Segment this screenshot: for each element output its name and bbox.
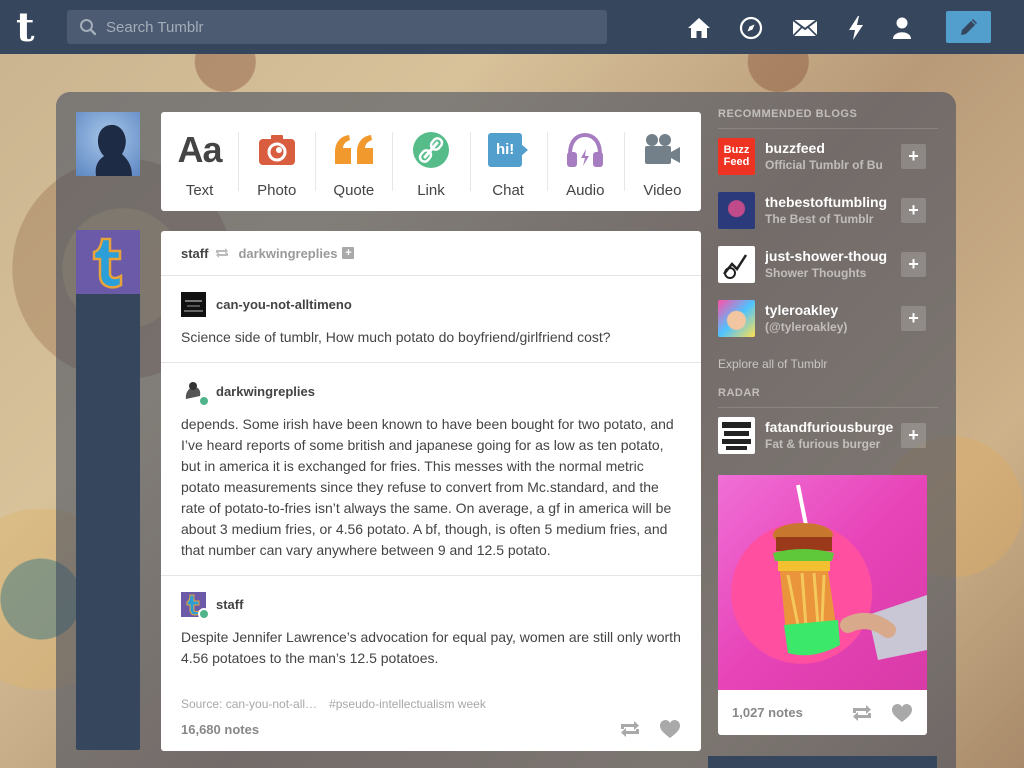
reblog-trail-item: can-you-not-alltimeno Science side of tu… (161, 291, 701, 363)
follow-button[interactable]: + (901, 252, 926, 277)
trail-text: depends. Some irish have been known to h… (181, 416, 674, 558)
tumblr-logo[interactable]: t (16, 8, 50, 48)
explore-all-link[interactable]: Explore all of Tumblr (718, 345, 938, 387)
post-type-audio[interactable]: Audio (546, 112, 624, 211)
recommended-blog-item[interactable]: tyleroakley (@tyleroakley) + (718, 291, 938, 345)
headphones-icon (565, 130, 605, 170)
top-navigation-bar: t Search Tumblr (0, 0, 1024, 54)
search-placeholder: Search Tumblr (106, 18, 204, 36)
blog-subtitle: (@tyleroakley) (765, 320, 848, 334)
trail-blog-name[interactable]: darkwingreplies (216, 384, 315, 399)
dashboard-post: staff darkwingreplies + can-you-not-allt… (161, 231, 701, 751)
trail-text: Despite Jennifer Lawrence’s advocation f… (181, 629, 681, 666)
search-icon (80, 19, 97, 36)
blog-name[interactable]: tyleroakley (765, 302, 893, 318)
next-sidebar-card-edge (708, 756, 937, 768)
post-type-text[interactable]: Aa Text (161, 112, 238, 211)
quote-icon (333, 130, 375, 170)
blog-name[interactable]: fatandfuriousburge (765, 419, 893, 435)
reblogged-from-link[interactable]: darkwingreplies (238, 246, 337, 261)
blog-avatar[interactable]: Buzz Feed (718, 137, 755, 175)
chat-icon: hi! (488, 130, 529, 170)
radar-title: RADAR (718, 387, 938, 408)
post-type-label: Text (185, 182, 214, 199)
blog-name[interactable]: buzzfeed (765, 140, 893, 156)
post-type-photo[interactable]: Photo (238, 112, 315, 211)
post-type-quote[interactable]: Quote (315, 112, 392, 211)
reblog-badge-icon (198, 394, 210, 407)
blog-name[interactable]: just-shower-thoug (765, 248, 893, 264)
right-sidebar: RECOMMENDED BLOGS Buzz Feed buzzfeed Off… (718, 108, 938, 462)
blog-avatar[interactable] (718, 245, 755, 283)
home-icon[interactable] (686, 15, 712, 41)
explore-compass-icon[interactable] (738, 15, 764, 41)
blog-subtitle: The Best of Tumblr (765, 212, 874, 226)
post-type-bar: Aa Text Photo Quote Link hi! Chat Audio … (161, 112, 701, 211)
like-heart-icon[interactable] (891, 703, 913, 723)
post-type-link[interactable]: Link (392, 112, 469, 211)
radar-post-card: 1,027 notes (718, 475, 927, 735)
notes-count[interactable]: 1,027 notes (732, 705, 803, 720)
blog-name[interactable]: thebestoftumbling (765, 194, 893, 210)
video-camera-icon (642, 130, 682, 170)
follow-button[interactable]: + (901, 198, 926, 223)
blog-subtitle: Official Tumblr of Bu (765, 158, 883, 172)
blog-avatar[interactable] (181, 591, 210, 620)
my-avatar[interactable] (76, 112, 140, 176)
post-footer: 16,680 notes (161, 707, 701, 751)
follow-button[interactable]: + (901, 144, 926, 169)
reblog-trail-item: darkwingreplies depends. Some irish have… (161, 378, 701, 576)
post-header: staff darkwingreplies + (161, 231, 701, 276)
recommended-blogs-title: RECOMMENDED BLOGS (718, 108, 938, 129)
blog-subtitle: Fat & furious burger (765, 437, 881, 451)
radar-post-footer: 1,027 notes (718, 690, 927, 735)
tumblr-t-icon (92, 237, 123, 289)
blog-avatar[interactable] (718, 299, 755, 337)
follow-button[interactable]: + (901, 423, 926, 448)
blog-avatar[interactable] (181, 291, 206, 317)
staff-avatar[interactable] (76, 230, 140, 294)
like-heart-icon[interactable] (659, 719, 681, 739)
post-type-chat[interactable]: hi! Chat (469, 112, 547, 211)
reblog-icon (216, 248, 229, 258)
notes-count[interactable]: 16,680 notes (181, 722, 259, 737)
post-type-video[interactable]: Video (623, 112, 701, 211)
recommended-blog-item[interactable]: thebestoftumbling The Best of Tumblr + (718, 183, 938, 237)
post-type-label: Audio (566, 182, 605, 199)
blog-avatar[interactable] (718, 191, 755, 229)
follow-button[interactable]: + (901, 306, 926, 331)
trail-blog-name[interactable]: can-you-not-alltimeno (216, 297, 352, 312)
staff-avatar-column (76, 230, 140, 750)
recommended-blog-item[interactable]: Buzz Feed buzzfeed Official Tumblr of Bu… (718, 129, 938, 183)
search-bar[interactable]: Search Tumblr (67, 10, 607, 44)
trail-text: Science side of tumblr, How much potato … (181, 329, 611, 345)
post-type-label: Photo (257, 182, 297, 199)
post-type-label: Chat (492, 182, 524, 199)
recommended-blog-item[interactable]: just-shower-thoug Shower Thoughts + (718, 237, 938, 291)
compose-post-button[interactable] (946, 11, 991, 43)
follow-plus-icon[interactable]: + (342, 247, 355, 259)
reblog-badge-icon (198, 607, 210, 620)
radar-blog-item[interactable]: fatandfuriousburge Fat & furious burger … (718, 408, 938, 462)
link-icon (412, 130, 450, 170)
reblog-icon[interactable] (619, 720, 641, 738)
compose-pencil-icon (960, 19, 977, 35)
reblog-trail-item: staff Despite Jennifer Lawrence’s advoca… (161, 591, 701, 683)
inbox-mail-icon[interactable] (792, 15, 818, 41)
blog-subtitle: Shower Thoughts (765, 266, 867, 280)
post-author-link[interactable]: staff (181, 246, 208, 261)
post-type-label: Video (643, 182, 682, 199)
post-type-label: Quote (333, 182, 375, 199)
account-person-icon[interactable] (889, 15, 915, 41)
text-icon: Aa (177, 129, 223, 170)
camera-icon (258, 130, 296, 170)
blog-avatar[interactable] (181, 378, 210, 407)
silhouette-icon (95, 124, 132, 176)
burger-drink-photo[interactable] (718, 475, 927, 690)
post-type-label: Link (417, 182, 445, 199)
trail-blog-name[interactable]: staff (216, 597, 243, 612)
blog-avatar[interactable] (718, 416, 755, 454)
reblog-icon[interactable] (851, 704, 873, 722)
activity-lightning-icon[interactable] (843, 15, 869, 41)
